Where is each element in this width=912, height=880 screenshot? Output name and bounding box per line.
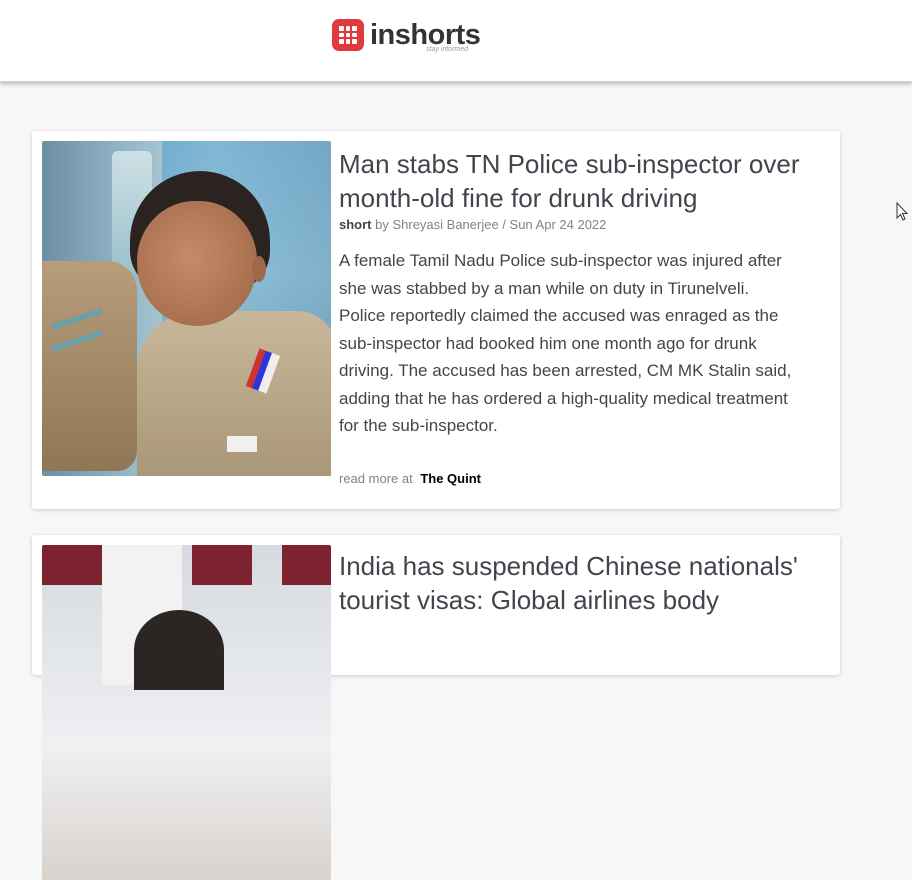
inshorts-logo-icon [332, 19, 364, 51]
site-header: inshorts stay informed [0, 0, 912, 82]
news-content: A female Tamil Nadu Police sub-inspector… [339, 251, 792, 435]
author-date: by Shreyasi Banerjee / Sun Apr 24 2022 [375, 217, 607, 232]
source-link[interactable]: The Quint [420, 471, 481, 486]
news-image [42, 141, 331, 476]
news-card: India has suspended Chinese nationals' t… [32, 535, 840, 880]
mouse-cursor-icon [896, 202, 908, 221]
read-more: read more at The Quint [339, 471, 481, 486]
short-label: short [339, 217, 372, 232]
news-card: Man stabs TN Police sub-inspector over m… [32, 131, 840, 509]
news-title[interactable]: India has suspended Chinese nationals' t… [339, 549, 809, 617]
news-byline: short by Shreyasi Banerjee / Sun Apr 24 … [339, 217, 606, 232]
news-title[interactable]: Man stabs TN Police sub-inspector over m… [339, 147, 809, 215]
logo-tagline: stay informed [426, 46, 469, 53]
news-image [42, 545, 331, 880]
read-more-label: read more at [339, 471, 413, 486]
